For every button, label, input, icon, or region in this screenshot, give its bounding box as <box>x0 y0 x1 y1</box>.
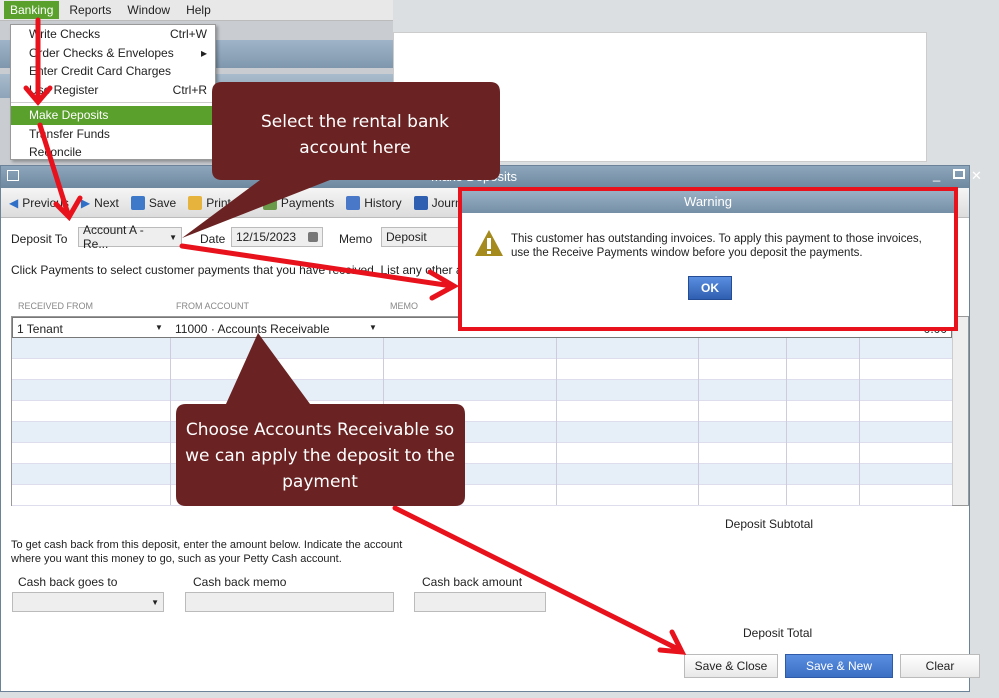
arrow-annotation <box>179 243 460 301</box>
callout-bottom-text: Choose Accounts Receivable so we can app… <box>185 420 455 492</box>
arrow-annotation <box>23 17 53 106</box>
callout-top-text: Select the rental bank account here <box>260 112 450 158</box>
arrow-annotation <box>392 505 687 655</box>
annotation-layer <box>23 17 687 655</box>
arrow-annotation <box>37 122 83 222</box>
